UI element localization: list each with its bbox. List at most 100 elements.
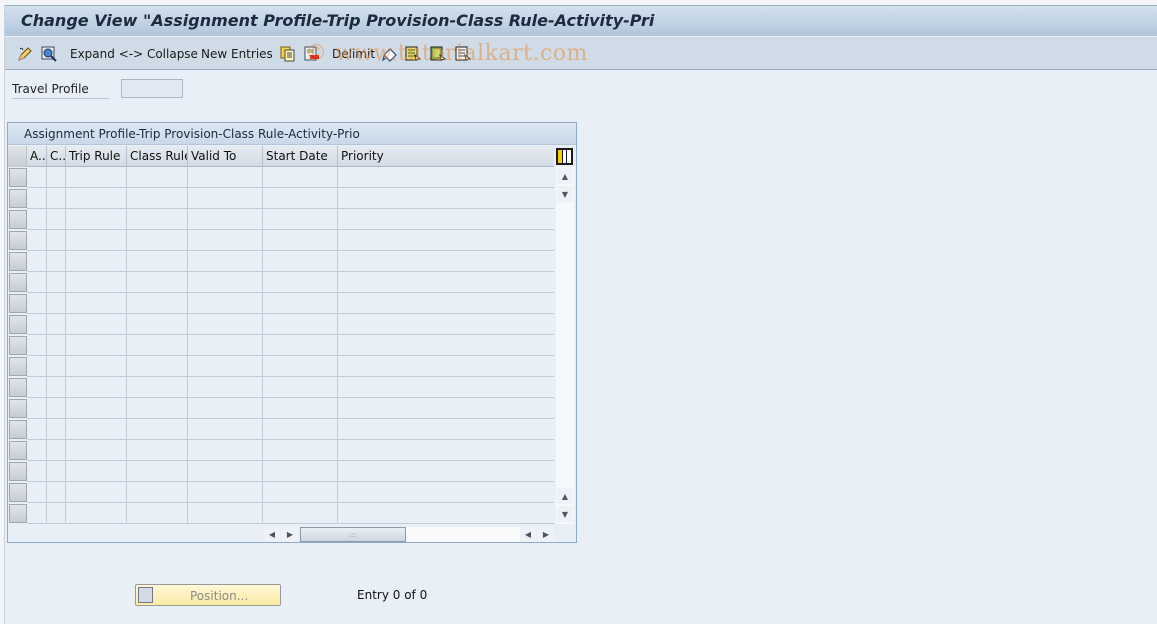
table-cell[interactable] bbox=[127, 167, 188, 188]
position-button[interactable]: Position... bbox=[135, 584, 281, 606]
row-selector[interactable] bbox=[9, 168, 27, 187]
table-cell[interactable] bbox=[66, 503, 127, 524]
table-cell[interactable] bbox=[127, 440, 188, 461]
table-cell[interactable] bbox=[188, 503, 263, 524]
table-cell[interactable] bbox=[47, 482, 66, 503]
select-block-button[interactable] bbox=[430, 45, 446, 62]
table-cell[interactable] bbox=[338, 293, 554, 314]
delimit-button[interactable]: Delimit bbox=[332, 45, 375, 62]
table-cell[interactable] bbox=[66, 335, 127, 356]
table-cell[interactable] bbox=[338, 419, 554, 440]
scroll-page-down-button[interactable]: ▼ bbox=[557, 506, 573, 522]
scroll-up-button[interactable]: ▲ bbox=[557, 168, 573, 184]
table-cell[interactable] bbox=[188, 230, 263, 251]
table-cell[interactable] bbox=[27, 230, 47, 251]
table-cell[interactable] bbox=[263, 272, 338, 293]
table-cell[interactable] bbox=[338, 335, 554, 356]
column-header-start-date[interactable]: Start Date bbox=[263, 146, 338, 167]
table-cell[interactable] bbox=[188, 209, 263, 230]
table-cell[interactable] bbox=[66, 251, 127, 272]
table-cell[interactable] bbox=[27, 482, 47, 503]
table-cell[interactable] bbox=[47, 209, 66, 230]
row-selector[interactable] bbox=[9, 483, 27, 502]
row-selector[interactable] bbox=[9, 315, 27, 334]
table-cell[interactable] bbox=[263, 377, 338, 398]
table-cell[interactable] bbox=[27, 167, 47, 188]
row-selector[interactable] bbox=[9, 462, 27, 481]
table-cell[interactable] bbox=[338, 314, 554, 335]
table-cell[interactable] bbox=[47, 377, 66, 398]
table-cell[interactable] bbox=[338, 209, 554, 230]
table-cell[interactable] bbox=[338, 398, 554, 419]
expand-collapse-button[interactable]: Expand <-> Collapse bbox=[70, 45, 198, 62]
table-cell[interactable] bbox=[338, 188, 554, 209]
table-cell[interactable] bbox=[127, 230, 188, 251]
row-selector[interactable] bbox=[9, 420, 27, 439]
table-cell[interactable] bbox=[66, 356, 127, 377]
table-cell[interactable] bbox=[338, 356, 554, 377]
table-cell[interactable] bbox=[338, 230, 554, 251]
row-selector[interactable] bbox=[9, 336, 27, 355]
column-header-valid-to[interactable]: Valid To bbox=[188, 146, 263, 167]
table-cell[interactable] bbox=[188, 167, 263, 188]
scroll-right-button[interactable]: ▶ bbox=[282, 526, 298, 542]
scroll-page-up-button[interactable]: ▲ bbox=[557, 488, 573, 504]
table-cell[interactable] bbox=[127, 293, 188, 314]
table-cell[interactable] bbox=[47, 398, 66, 419]
table-settings-button[interactable] bbox=[556, 148, 573, 165]
table-cell[interactable] bbox=[127, 314, 188, 335]
table-cell[interactable] bbox=[263, 230, 338, 251]
table-cell[interactable] bbox=[27, 188, 47, 209]
row-selector[interactable] bbox=[9, 441, 27, 460]
table-cell[interactable] bbox=[27, 356, 47, 377]
table-cell[interactable] bbox=[188, 314, 263, 335]
table-cell[interactable] bbox=[47, 335, 66, 356]
table-cell[interactable] bbox=[27, 503, 47, 524]
table-cell[interactable] bbox=[263, 314, 338, 335]
table-cell[interactable] bbox=[66, 209, 127, 230]
table-cell[interactable] bbox=[263, 503, 338, 524]
table-cell[interactable] bbox=[188, 419, 263, 440]
table-cell[interactable] bbox=[27, 251, 47, 272]
table-cell[interactable] bbox=[27, 209, 47, 230]
row-selector[interactable] bbox=[9, 252, 27, 271]
table-cell[interactable] bbox=[188, 293, 263, 314]
table-cell[interactable] bbox=[338, 272, 554, 293]
table-cell[interactable] bbox=[66, 461, 127, 482]
table-cell[interactable] bbox=[188, 377, 263, 398]
table-cell[interactable] bbox=[127, 398, 188, 419]
table-cell[interactable] bbox=[66, 188, 127, 209]
table-cell[interactable] bbox=[47, 230, 66, 251]
table-cell[interactable] bbox=[188, 461, 263, 482]
table-cell[interactable] bbox=[338, 251, 554, 272]
table-cell[interactable] bbox=[66, 167, 127, 188]
table-cell[interactable] bbox=[263, 167, 338, 188]
undo-change-button[interactable] bbox=[382, 45, 398, 62]
table-cell[interactable] bbox=[47, 356, 66, 377]
table-cell[interactable] bbox=[27, 398, 47, 419]
table-cell[interactable] bbox=[66, 482, 127, 503]
column-header-class-rule[interactable]: Class Rule bbox=[127, 146, 188, 167]
table-cell[interactable] bbox=[47, 251, 66, 272]
table-cell[interactable] bbox=[338, 503, 554, 524]
table-cell[interactable] bbox=[47, 314, 66, 335]
column-header-c[interactable]: C.. bbox=[47, 146, 66, 167]
table-cell[interactable] bbox=[127, 482, 188, 503]
table-cell[interactable] bbox=[66, 272, 127, 293]
scroll-left-end-button[interactable]: ◀ bbox=[520, 526, 536, 542]
table-cell[interactable] bbox=[263, 398, 338, 419]
table-cell[interactable] bbox=[338, 482, 554, 503]
table-cell[interactable] bbox=[66, 398, 127, 419]
vertical-scrollbar[interactable]: ▲ ▼ ▲ ▼ bbox=[556, 167, 574, 524]
table-cell[interactable] bbox=[47, 167, 66, 188]
table-cell[interactable] bbox=[263, 188, 338, 209]
row-selector[interactable] bbox=[9, 210, 27, 229]
table-cell[interactable] bbox=[188, 335, 263, 356]
table-cell[interactable] bbox=[263, 251, 338, 272]
table-cell[interactable] bbox=[27, 293, 47, 314]
select-all-button[interactable] bbox=[405, 45, 421, 62]
column-header-trip-rule[interactable]: Trip Rule bbox=[66, 146, 127, 167]
table-cell[interactable] bbox=[188, 356, 263, 377]
table-cell[interactable] bbox=[263, 461, 338, 482]
table-cell[interactable] bbox=[127, 251, 188, 272]
